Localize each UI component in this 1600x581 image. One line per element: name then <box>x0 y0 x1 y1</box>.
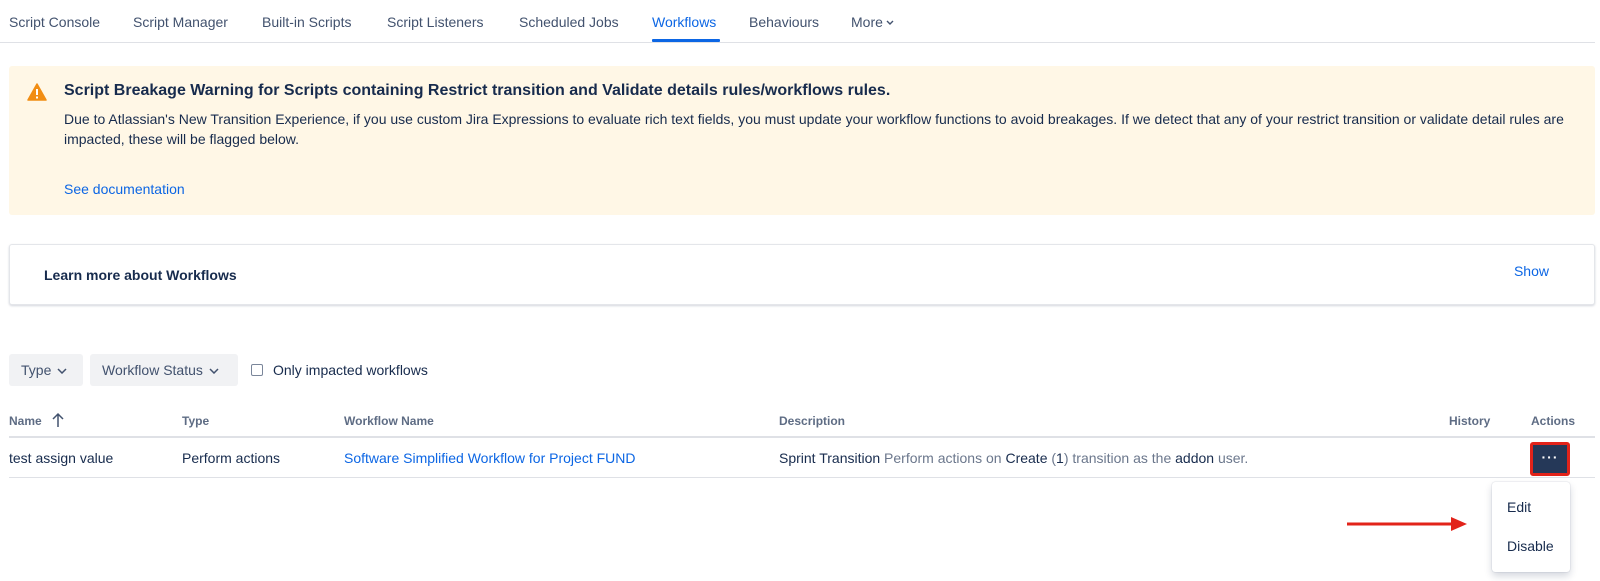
see-documentation-link[interactable]: See documentation <box>64 181 185 197</box>
table-header-divider <box>9 436 1595 438</box>
description-part: addon <box>1175 450 1215 466</box>
only-impacted-label: Only impacted workflows <box>273 362 428 378</box>
column-header-description: Description <box>779 414 846 428</box>
column-header-actions: Actions <box>1531 414 1576 428</box>
workflow-status-filter-label: Workflow Status <box>102 362 203 378</box>
chevron-down-icon <box>57 368 67 375</box>
row-type: Perform actions <box>182 450 281 466</box>
column-header-workflow-name: Workflow Name <box>344 414 434 428</box>
actions-dropdown-menu: Edit Disable <box>1492 482 1570 572</box>
actions-menu-button[interactable]: ··· <box>1530 442 1570 476</box>
description-part: user. <box>1214 450 1249 466</box>
description-part: Create <box>1005 450 1048 466</box>
warning-body: Due to Atlassian's New Transition Experi… <box>64 111 1564 147</box>
tab-behaviours[interactable]: Behaviours <box>749 14 819 30</box>
row-name: test assign value <box>9 450 114 466</box>
annotation-arrow-icon <box>1347 517 1467 531</box>
description-part: ( <box>1047 450 1057 466</box>
row-workflow-name-link[interactable]: Software Simplified Workflow for Project… <box>344 450 635 466</box>
learn-more-title: Learn more about Workflows <box>44 267 237 283</box>
tab-scheduled-jobs[interactable]: Scheduled Jobs <box>519 14 619 30</box>
row-description: Sprint Transition Perform actions on Cre… <box>779 450 1248 466</box>
chevron-down-icon <box>886 20 894 26</box>
tab-built-in-scripts[interactable]: Built-in Scripts <box>262 14 351 30</box>
tab-script-listeners[interactable]: Script Listeners <box>387 14 483 30</box>
description-part: 1 <box>1056 450 1064 466</box>
column-header-name[interactable]: Name <box>9 414 42 428</box>
tab-script-console[interactable]: Script Console <box>9 14 100 30</box>
show-button[interactable]: Show <box>1514 263 1549 279</box>
warning-title: Script Breakage Warning for Scripts cont… <box>64 82 891 99</box>
description-part: Perform actions on <box>880 450 1006 466</box>
type-filter-dropdown[interactable]: Type <box>9 354 83 386</box>
tab-script-manager[interactable]: Script Manager <box>133 14 228 30</box>
tab-more[interactable]: More <box>851 14 894 30</box>
description-part: Sprint Transition <box>779 450 881 466</box>
menu-item-disable[interactable]: Disable <box>1507 538 1554 554</box>
top-navigation: Script Console Script Manager Built-in S… <box>0 0 1595 43</box>
description-part: ) transition as the <box>1063 450 1176 466</box>
only-impacted-checkbox[interactable] <box>251 364 263 376</box>
tab-more-label: More <box>851 14 883 30</box>
table-row-divider <box>9 477 1595 478</box>
warning-banner: Script Breakage Warning for Scripts cont… <box>9 66 1595 215</box>
sort-ascending-icon[interactable] <box>51 412 65 428</box>
menu-item-edit[interactable]: Edit <box>1507 499 1531 515</box>
type-filter-label: Type <box>21 362 52 378</box>
warning-icon <box>27 83 47 101</box>
active-tab-indicator <box>652 39 720 42</box>
more-icon: ··· <box>1541 449 1559 465</box>
workflow-status-filter-dropdown[interactable]: Workflow Status <box>90 354 238 386</box>
column-header-history: History <box>1449 414 1491 428</box>
chevron-down-icon <box>209 368 219 375</box>
learn-more-panel: Learn more about Workflows Show <box>9 244 1595 305</box>
tab-workflows[interactable]: Workflows <box>652 14 716 30</box>
column-header-type: Type <box>182 414 210 428</box>
